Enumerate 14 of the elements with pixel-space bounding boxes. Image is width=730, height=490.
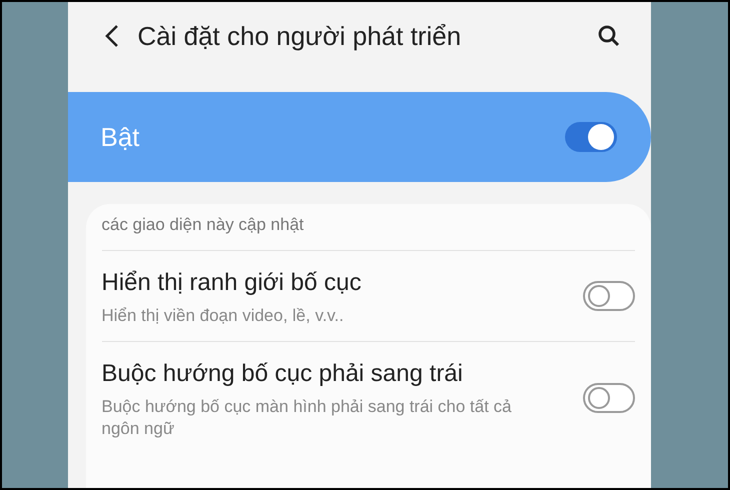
setting-title: Hiển thị ranh giới bố cục	[102, 268, 362, 298]
setting-title: Buộc hướng bố cục phải sang trái	[102, 359, 464, 389]
toggle-switch[interactable]	[582, 383, 634, 413]
back-icon[interactable]	[104, 24, 120, 48]
setting-row[interactable]: Buộc hướng bố cục phải sang trái Buộc hướng bố cục màn hình phải sang trái cho tất cả ngôn ngữ	[102, 342, 634, 454]
switch-label: Bật	[100, 120, 141, 154]
page-title: Cài đặt cho người phát triển	[138, 20, 462, 52]
setting-description: các giao diện này cập nhật	[102, 215, 304, 234]
search-icon[interactable]	[596, 24, 620, 48]
setting-description: Hiển thị viền đoạn video, lề, v.v..	[102, 305, 345, 327]
setting-description: Buộc hướng bố cục màn hình phải sang trái cho tất cả ngôn ngữ	[102, 396, 513, 440]
toggle-switch[interactable]	[582, 281, 634, 311]
setting-row[interactable]: Hiển thị ranh giới bố cục Hiển thị viền đoạn video, lề, v.v..	[102, 251, 634, 342]
toggle-switch[interactable]	[564, 122, 616, 152]
